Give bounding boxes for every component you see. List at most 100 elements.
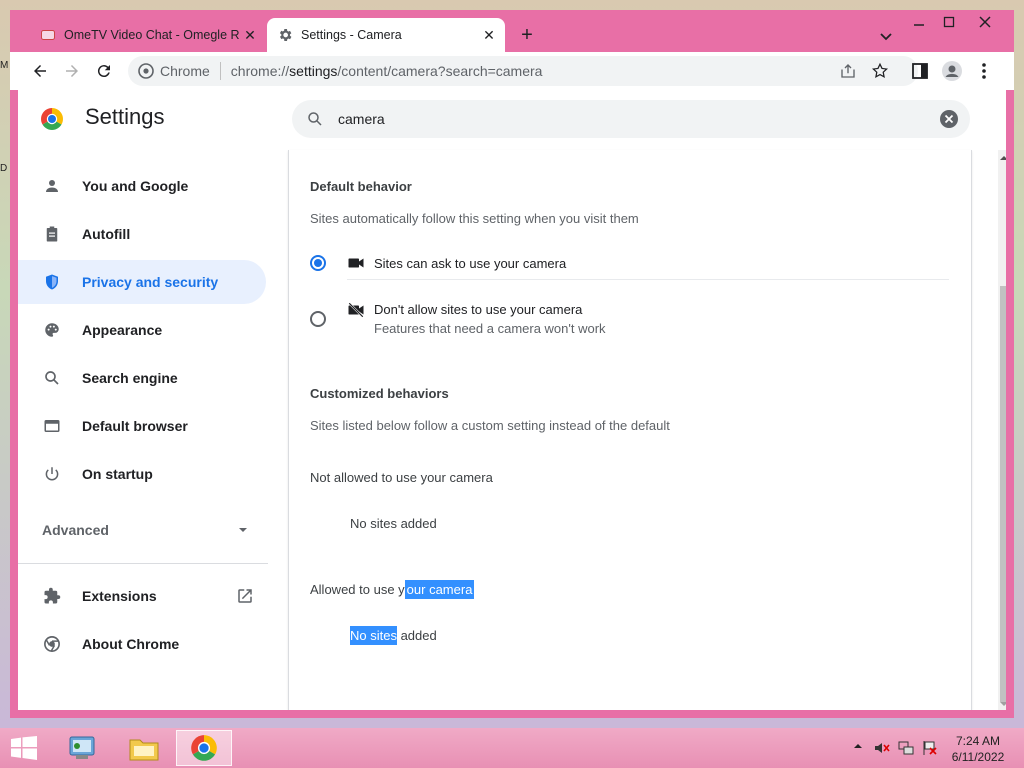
network-icon[interactable] [898,740,914,756]
external-link-icon [236,587,254,605]
system-clock[interactable]: 7:24 AM 6/11/2022 [946,733,1010,765]
page-title: Settings [85,104,165,129]
sidebar-item-label: On startup [82,466,153,482]
gear-icon [277,27,293,43]
advanced-section-toggle[interactable]: Advanced [42,522,248,538]
option-block-label: Don't allow sites to use your camera [374,302,583,317]
search-icon [306,110,324,128]
clock-date: 6/11/2022 [951,750,1005,764]
close-tab-icon[interactable]: ✕ [479,27,499,44]
taskbar-chrome[interactable] [176,730,232,766]
sidebar-divider [18,563,268,564]
option-block-camera[interactable]: Don't allow sites to use your camera Fea… [310,298,950,340]
new-tab-button[interactable]: + [516,24,538,46]
radio-allow[interactable] [310,255,326,271]
palette-icon [42,320,62,340]
browser-toolbar: Chrome chrome://settings/content/camera?… [10,52,1014,90]
sidebar-item-extensions[interactable]: Extensions [18,574,266,618]
chrome-logo-icon [191,735,217,761]
share-icon[interactable] [836,59,860,83]
site-label: Chrome [160,63,210,79]
person-icon [42,176,62,196]
option-allow-label: Sites can ask to use your camera [374,255,567,271]
advanced-label: Advanced [42,522,109,538]
selected-text: our camera [404,580,475,599]
taskbar-control-panel[interactable] [54,730,110,766]
back-button[interactable] [28,59,52,83]
search-icon [42,368,62,388]
default-behavior-description: Sites automatically follow this setting … [310,211,639,226]
puzzle-icon [42,586,62,606]
settings-header: Settings [18,90,1006,150]
url-text[interactable]: chrome://settings/content/camera?search=… [231,63,543,79]
sidebar-item-privacy-and-security[interactable]: Privacy and security [18,260,266,304]
sidebar-item-appearance[interactable]: Appearance [18,308,266,352]
close-tab-icon[interactable]: ✕ [240,27,260,44]
sidebar-item-label: Privacy and security [82,274,219,290]
chrome-logo-icon [40,107,64,131]
shield-icon [42,272,62,292]
profile-avatar-icon[interactable] [940,59,964,83]
option-allow-camera[interactable]: Sites can ask to use your camera [310,246,950,280]
show-hidden-icons-icon[interactable] [852,740,868,756]
option-block-description: Features that need a camera won't work [374,321,606,336]
sidebar-item-you-and-google[interactable]: You and Google [18,164,266,208]
folder-icon [129,739,159,761]
search-input[interactable] [336,110,940,128]
chevron-down-icon[interactable] [876,26,896,46]
ometv-favicon-icon [40,27,56,43]
sidebar-item-label: Default browser [82,418,188,434]
sidebar-item-on-startup[interactable]: On startup [18,452,266,496]
sidebar-item-search-engine[interactable]: Search engine [18,356,266,400]
sidebar-item-label: Search engine [82,370,178,386]
chrome-icon [42,634,62,654]
radio-block[interactable] [310,311,326,327]
scroll-up-arrow-icon[interactable] [998,152,1006,164]
default-behavior-heading: Default behavior [310,179,412,194]
not-allowed-heading: Not allowed to use your camera [310,470,493,485]
camera-icon [346,253,366,273]
action-center-flag-icon[interactable] [922,740,938,756]
minimize-button[interactable] [902,12,936,34]
clear-search-icon[interactable] [940,110,958,128]
address-bar[interactable]: Chrome chrome://settings/content/camera?… [128,56,918,86]
taskbar: 7:24 AM 6/11/2022 [0,728,1024,768]
side-panel-icon[interactable] [908,59,932,83]
browser-icon [42,416,62,436]
taskbar-file-explorer[interactable] [116,730,172,766]
sidebar-item-default-browser[interactable]: Default browser [18,404,266,448]
sidebar-item-label: You and Google [82,178,189,194]
forward-button[interactable] [60,59,84,83]
sidebar-item-autofill[interactable]: Autofill [18,212,266,256]
settings-search[interactable] [292,100,970,138]
tab-strip: OmeTV Video Chat - Omegle Ra ✕ Settings … [10,10,1014,52]
caret-down-icon [238,522,248,538]
desktop-icon-fragment: D [0,163,8,174]
tab-title: Settings - Camera [301,28,402,42]
scrollbar-thumb[interactable] [1000,286,1006,702]
windows-start-icon[interactable] [10,736,38,760]
camera-off-icon [346,300,366,320]
close-window-button[interactable] [968,12,1002,34]
sidebar-item-label: About Chrome [82,636,180,652]
settings-page: Settings You and Google Autofill [18,90,1006,710]
option-divider [347,279,949,280]
reload-button[interactable] [92,59,116,83]
menu-kebab-icon[interactable] [972,59,996,83]
sidebar-item-label: Autofill [82,226,131,242]
tab-ometv[interactable]: OmeTV Video Chat - Omegle Ra ✕ [30,18,266,52]
sidebar-item-label: Appearance [82,322,163,338]
not-allowed-empty-text: No sites added [350,516,437,531]
bookmark-star-icon[interactable] [868,59,892,83]
tab-settings[interactable]: Settings - Camera ✕ [267,18,505,52]
allowed-heading: Allowed to use y our camera [310,580,475,599]
volume-muted-icon[interactable] [874,740,890,756]
sidebar-item-about-chrome[interactable]: About Chrome [18,622,266,666]
power-icon [42,464,62,484]
customized-behaviors-heading: Customized behaviors [310,386,449,401]
browser-window: OmeTV Video Chat - Omegle Ra ✕ Settings … [10,10,1014,718]
settings-sidebar: You and Google Autofill Privacy and secu… [18,150,288,710]
camera-settings-panel: Default behavior Sites automatically fol… [288,150,972,710]
customized-behaviors-description: Sites listed below follow a custom setti… [310,418,670,433]
maximize-button[interactable] [932,12,966,34]
